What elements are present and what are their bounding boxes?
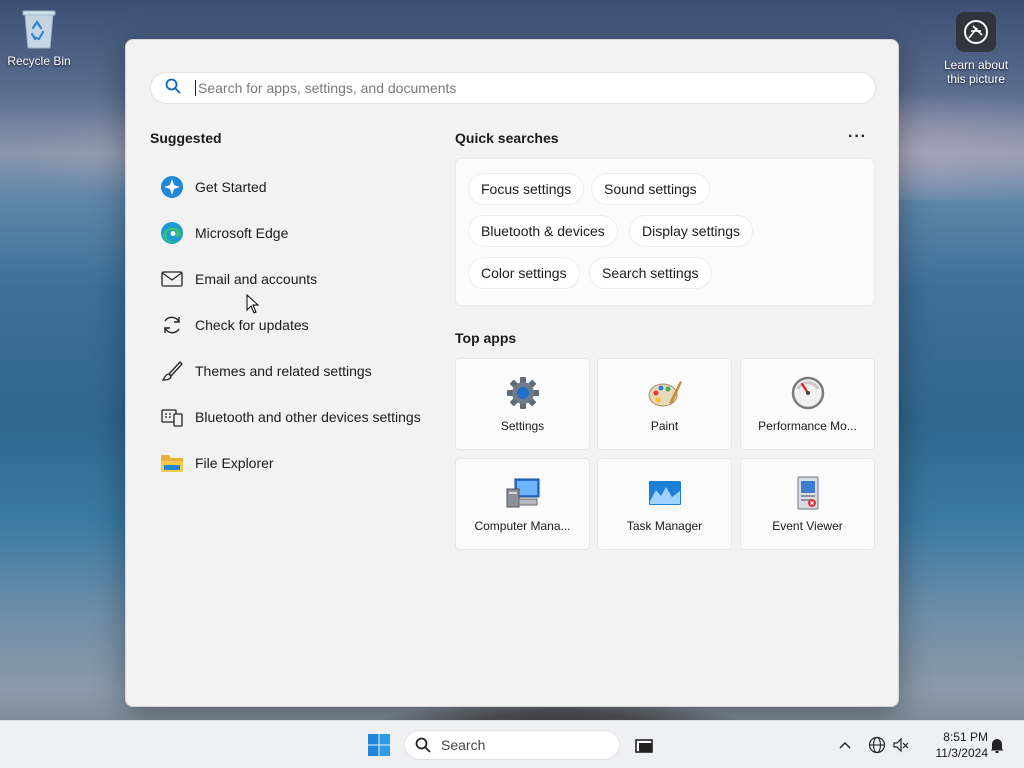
quick-search-chip[interactable]: Bluetooth & devices — [468, 215, 618, 247]
suggested-item-label: Themes and related settings — [195, 363, 372, 379]
computer-management-icon — [505, 475, 541, 511]
recycle-bin-icon — [21, 8, 57, 50]
volume-button[interactable] — [890, 733, 912, 757]
top-app-settings[interactable]: Settings — [455, 358, 590, 450]
top-apps-heading: Top apps — [455, 330, 517, 346]
quick-search-chip[interactable]: Sound settings — [591, 173, 710, 205]
suggested-item-label: Check for updates — [195, 317, 309, 333]
suggested-item-file-explorer[interactable]: File Explorer — [150, 440, 440, 486]
top-app-paint[interactable]: Paint — [597, 358, 732, 450]
suggested-item-email-accounts[interactable]: Email and accounts — [150, 256, 440, 302]
top-app-performance-monitor[interactable]: Performance Mo... — [740, 358, 875, 450]
taskbar-search-box[interactable]: Search — [404, 730, 620, 760]
refresh-icon — [160, 313, 184, 337]
start-search-box[interactable] — [150, 72, 876, 104]
start-search-input[interactable] — [198, 80, 838, 96]
top-app-label: Computer Mana... — [474, 519, 571, 533]
top-app-event-viewer[interactable]: Event Viewer — [740, 458, 875, 550]
recycle-bin-desktop-icon[interactable]: Recycle Bin — [0, 8, 78, 68]
bell-icon — [990, 739, 1004, 753]
learn-about-picture-desktop-icon[interactable]: Learn about this picture — [937, 12, 1015, 86]
learn-about-picture-label: Learn about this picture — [943, 58, 1009, 86]
taskbar-search-label: Search — [441, 737, 486, 753]
search-icon — [165, 78, 181, 99]
show-hidden-icons-button[interactable] — [836, 733, 854, 757]
clock-date: 11/3/2024 — [935, 746, 989, 760]
suggested-item-microsoft-edge[interactable]: Microsoft Edge — [150, 210, 440, 256]
suggested-item-check-updates[interactable]: Check for updates — [150, 302, 440, 348]
suggested-item-label: Bluetooth and other devices settings — [195, 409, 421, 425]
top-app-task-manager[interactable]: Task Manager — [597, 458, 732, 550]
top-app-label: Paint — [650, 419, 679, 433]
top-app-label: Task Manager — [626, 519, 703, 533]
suggested-list: Get Started Microsoft Edge Email and acc… — [150, 164, 440, 486]
top-app-label: Performance Mo... — [758, 419, 857, 433]
suggested-item-themes[interactable]: Themes and related settings — [150, 348, 440, 394]
quick-search-chip[interactable]: Search settings — [589, 257, 712, 289]
clock-time: 8:51 PM — [943, 730, 988, 744]
edge-icon — [160, 221, 184, 245]
start-button[interactable] — [362, 728, 396, 762]
mouse-pointer-icon — [246, 293, 260, 319]
suggested-item-label: File Explorer — [195, 455, 274, 471]
top-app-label: Event Viewer — [772, 519, 843, 533]
mail-icon — [160, 267, 184, 291]
suggested-heading: Suggested — [150, 130, 222, 146]
brush-icon — [160, 359, 184, 383]
taskbar: Search 8:51 PM 11/3/2024 — [0, 720, 1024, 768]
palette-icon — [647, 375, 683, 411]
globe-icon — [868, 736, 886, 754]
search-icon — [415, 737, 431, 753]
top-app-label: Settings — [500, 419, 545, 433]
chevron-up-icon — [839, 742, 851, 749]
speaker-muted-icon — [893, 737, 909, 753]
task-view-button[interactable] — [630, 732, 658, 760]
top-app-computer-management[interactable]: Computer Mana... — [455, 458, 590, 550]
get-started-icon — [160, 175, 184, 199]
suggested-item-bluetooth-devices[interactable]: Bluetooth and other devices settings — [150, 394, 440, 440]
windows-logo-icon — [368, 734, 390, 756]
quick-search-chip[interactable]: Color settings — [468, 257, 580, 289]
suggested-item-get-started[interactable]: Get Started — [150, 164, 440, 210]
start-search-panel: Suggested Get Started Microsoft Edge — [125, 39, 899, 707]
folder-icon — [160, 451, 184, 475]
suggested-item-label: Email and accounts — [195, 271, 318, 287]
camera-info-icon — [956, 12, 996, 52]
task-view-icon — [635, 739, 653, 753]
event-viewer-icon — [790, 475, 826, 511]
quick-searches-panel: Focus settings Sound settings Bluetooth … — [455, 158, 875, 306]
gear-icon — [505, 375, 541, 411]
recycle-bin-label: Recycle Bin — [7, 54, 71, 68]
notifications-button[interactable] — [986, 733, 1008, 757]
suggested-item-label: Get Started — [195, 179, 267, 195]
gauge-icon — [790, 375, 826, 411]
more-options-button[interactable]: ··· — [848, 128, 867, 146]
taskbar-clock[interactable]: 8:51 PM 11/3/2024 — [918, 729, 989, 761]
devices-icon — [160, 405, 184, 429]
quick-search-chip[interactable]: Display settings — [629, 215, 754, 247]
task-manager-icon — [647, 475, 683, 511]
suggested-item-label: Microsoft Edge — [195, 225, 289, 241]
quick-searches-heading: Quick searches — [455, 130, 559, 146]
text-caret — [195, 80, 196, 96]
network-button[interactable] — [866, 733, 888, 757]
quick-search-chip[interactable]: Focus settings — [468, 173, 585, 205]
